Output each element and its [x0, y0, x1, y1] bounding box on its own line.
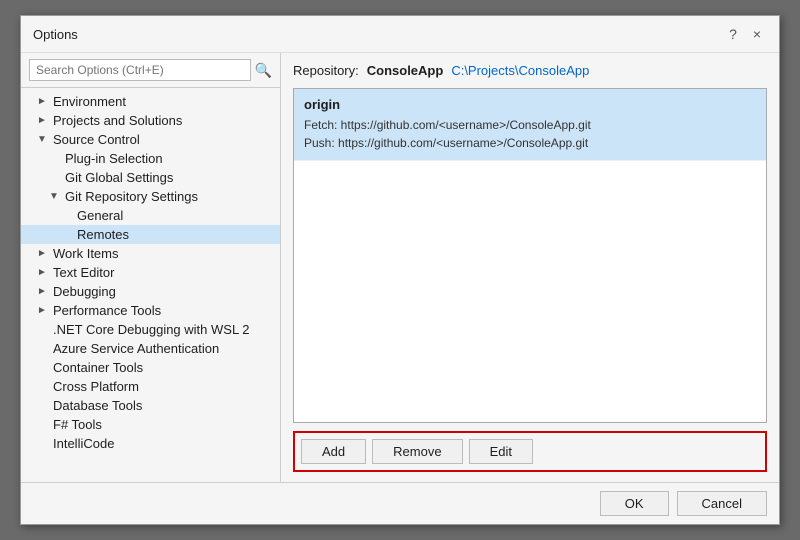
remote-item-origin[interactable]: origin Fetch: https://github.com/<userna…: [294, 89, 766, 161]
tree-item-git-repository-settings[interactable]: ▼ Git Repository Settings: [21, 187, 280, 206]
tree-item-intellicode[interactable]: IntelliCode: [21, 434, 280, 453]
expand-icon: ►: [37, 248, 53, 259]
expand-icon: ►: [37, 115, 53, 126]
tree-item-cross-platform[interactable]: Cross Platform: [21, 377, 280, 396]
tree-item-container-tools[interactable]: Container Tools: [21, 358, 280, 377]
edit-button[interactable]: Edit: [469, 439, 533, 464]
tree-item-text-editor[interactable]: ► Text Editor: [21, 263, 280, 282]
tree-item-environment[interactable]: ► Environment: [21, 92, 280, 111]
tree-item-debugging[interactable]: ► Debugging: [21, 282, 280, 301]
tree-item-projects-solutions[interactable]: ► Projects and Solutions: [21, 111, 280, 130]
tree-item-dotnet-core[interactable]: .NET Core Debugging with WSL 2: [21, 320, 280, 339]
action-buttons-area: Add Remove Edit: [293, 431, 767, 472]
dialog-footer: OK Cancel: [21, 482, 779, 524]
tree-item-performance-tools[interactable]: ► Performance Tools: [21, 301, 280, 320]
add-button[interactable]: Add: [301, 439, 366, 464]
tree-item-source-control[interactable]: ▼ Source Control: [21, 130, 280, 149]
tree-item-work-items[interactable]: ► Work Items: [21, 244, 280, 263]
cancel-button[interactable]: Cancel: [677, 491, 767, 516]
search-box: 🔍: [21, 53, 280, 88]
repo-label: Repository:: [293, 63, 359, 78]
title-bar: Options ? ×: [21, 16, 779, 53]
close-button[interactable]: ×: [747, 24, 767, 44]
left-panel: 🔍 ► Environment ► Projects and Solutions…: [21, 53, 281, 482]
expand-icon: ►: [37, 305, 53, 316]
tree-area: ► Environment ► Projects and Solutions ▼…: [21, 88, 280, 482]
expand-icon: ▼: [37, 134, 53, 145]
tree-item-general[interactable]: General: [21, 206, 280, 225]
expand-icon: ►: [37, 96, 53, 107]
tree-item-remotes[interactable]: Remotes: [21, 225, 280, 244]
dialog-body: 🔍 ► Environment ► Projects and Solutions…: [21, 53, 779, 482]
tree-item-database-tools[interactable]: Database Tools: [21, 396, 280, 415]
remotes-list[interactable]: origin Fetch: https://github.com/<userna…: [293, 88, 767, 423]
repo-name: ConsoleApp: [367, 63, 444, 78]
tree-item-fsharp-tools[interactable]: F# Tools: [21, 415, 280, 434]
help-button[interactable]: ?: [723, 24, 743, 44]
dialog-title: Options: [33, 27, 78, 42]
remove-button[interactable]: Remove: [372, 439, 462, 464]
repo-path: C:\Projects\ConsoleApp: [451, 63, 589, 78]
search-input[interactable]: [29, 59, 251, 81]
title-bar-buttons: ? ×: [723, 24, 767, 44]
right-panel: Repository: ConsoleApp C:\Projects\Conso…: [281, 53, 779, 482]
expand-icon: ►: [37, 267, 53, 278]
expand-icon: ►: [37, 286, 53, 297]
expand-icon: ▼: [49, 191, 65, 202]
tree-item-git-global-settings[interactable]: Git Global Settings: [21, 168, 280, 187]
ok-button[interactable]: OK: [600, 491, 669, 516]
remote-name: origin: [304, 97, 756, 112]
tree-item-plugin-selection[interactable]: Plug-in Selection: [21, 149, 280, 168]
remote-push: Push: https://github.com/<username>/Cons…: [304, 134, 756, 152]
dialog-title-area: Options: [33, 27, 78, 42]
remote-fetch: Fetch: https://github.com/<username>/Con…: [304, 116, 756, 134]
repo-header: Repository: ConsoleApp C:\Projects\Conso…: [293, 63, 767, 78]
tree-item-azure-auth[interactable]: Azure Service Authentication: [21, 339, 280, 358]
options-dialog: Options ? × 🔍 ► Environment ►: [20, 15, 780, 525]
search-icon: 🔍: [255, 62, 272, 79]
